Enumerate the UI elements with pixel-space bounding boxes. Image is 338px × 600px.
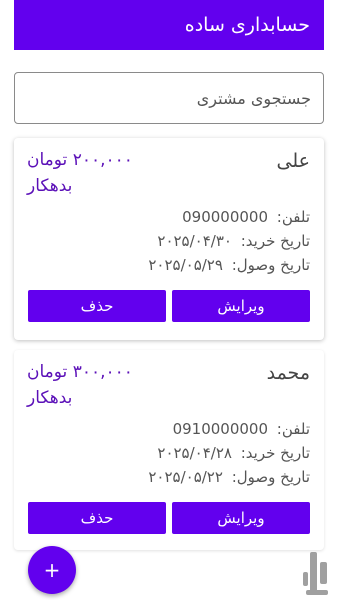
- phone-value: 0910000000: [172, 420, 269, 438]
- purchase-date-value: ۲۰۲۵/۰۴/۲۸: [157, 444, 232, 462]
- edit-button[interactable]: ویرایش: [172, 502, 310, 534]
- plus-icon: +: [43, 558, 61, 582]
- customer-status: بدهکار: [27, 388, 73, 408]
- receive-date-label: تاریخ وصول:: [231, 256, 310, 274]
- receive-date-row: تاریخ وصول: ۲۰۲۵/۰۵/۲۲: [148, 468, 310, 486]
- edit-button[interactable]: ویرایش: [172, 290, 310, 322]
- phone-row: تلفن: 0910000000: [173, 420, 310, 438]
- customer-amount: ۲۰۰,۰۰۰ تومان: [27, 150, 133, 170]
- phone-value: 090000000: [182, 208, 269, 226]
- receive-date-label: تاریخ وصول:: [231, 468, 310, 486]
- customer-amount: ۳۰۰,۰۰۰ تومان: [27, 362, 133, 382]
- customer-status: بدهکار: [27, 176, 73, 196]
- watermark-icon: [303, 552, 328, 595]
- phone-label: تلفن:: [276, 420, 310, 438]
- customer-name: علی: [276, 150, 310, 172]
- customer-card: علی ۲۰۰,۰۰۰ تومان بدهکار تلفن: 090000000…: [14, 138, 324, 340]
- app-watermark-logo: [300, 548, 336, 598]
- receive-date-row: تاریخ وصول: ۲۰۲۵/۰۵/۲۹: [148, 256, 310, 274]
- search-input[interactable]: [15, 73, 311, 123]
- app-bar: حسابداری ساده: [14, 0, 324, 50]
- delete-button[interactable]: حذف: [28, 502, 166, 534]
- purchase-date-label: تاریخ خرید:: [240, 444, 310, 462]
- phone-row: تلفن: 090000000: [182, 208, 310, 226]
- receive-date-value: ۲۰۲۵/۰۵/۲۹: [148, 256, 223, 274]
- purchase-date-row: تاریخ خرید: ۲۰۲۵/۰۴/۳۰: [157, 232, 310, 250]
- customer-card: محمد ۳۰۰,۰۰۰ تومان بدهکار تلفن: 09100000…: [14, 350, 324, 550]
- phone-label: تلفن:: [276, 208, 310, 226]
- add-customer-button[interactable]: +: [28, 546, 76, 594]
- purchase-date-value: ۲۰۲۵/۰۴/۳۰: [157, 232, 232, 250]
- app-title: حسابداری ساده: [184, 14, 310, 36]
- search-box[interactable]: [14, 72, 324, 124]
- purchase-date-row: تاریخ خرید: ۲۰۲۵/۰۴/۲۸: [157, 444, 310, 462]
- delete-button[interactable]: حذف: [28, 290, 166, 322]
- receive-date-value: ۲۰۲۵/۰۵/۲۲: [148, 468, 223, 486]
- purchase-date-label: تاریخ خرید:: [240, 232, 310, 250]
- customer-name: محمد: [266, 362, 310, 384]
